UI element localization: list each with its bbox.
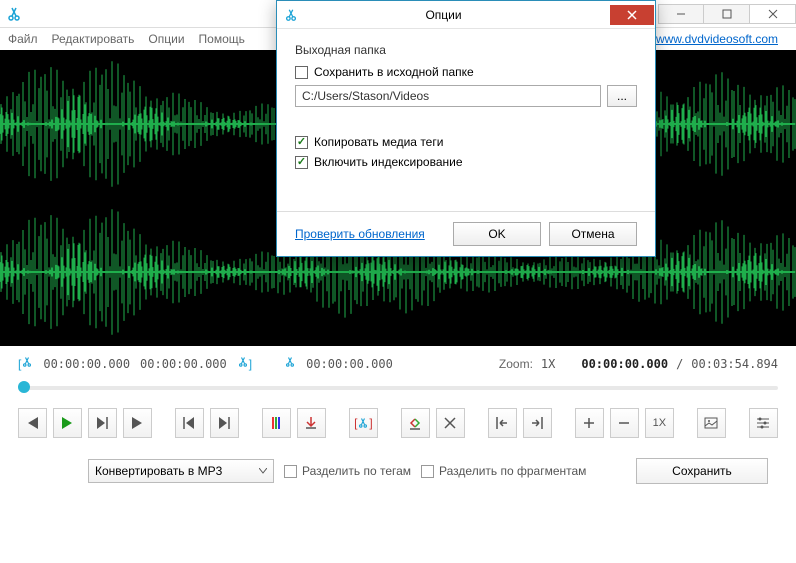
- save-in-source-label: Сохранить в исходной папке: [314, 65, 474, 79]
- time-separator: /: [676, 357, 683, 371]
- split-by-tags-label: Разделить по тегам: [302, 464, 411, 478]
- settings-sliders-button[interactable]: [749, 408, 778, 438]
- format-combo[interactable]: Конвертировать в MP3: [88, 459, 274, 483]
- minimize-button[interactable]: [658, 4, 704, 24]
- total-duration: 00:03:54.894: [691, 357, 778, 371]
- go-end-button[interactable]: [523, 408, 552, 438]
- next-marker-button[interactable]: [210, 408, 239, 438]
- menu-help[interactable]: Помощь: [199, 32, 245, 46]
- format-combo-label: Конвертировать в MP3: [95, 464, 222, 478]
- check-updates-link[interactable]: Проверить обновления: [295, 227, 425, 241]
- go-start-button[interactable]: [488, 408, 517, 438]
- zoom-value: 1X: [541, 357, 555, 371]
- cut-selection-button[interactable]: []: [349, 408, 378, 438]
- chevron-down-icon: [259, 468, 267, 474]
- play-button[interactable]: [53, 408, 82, 438]
- copy-media-tags-label: Копировать медиа теги: [314, 135, 443, 149]
- split-by-fragments-checkbox[interactable]: Разделить по фрагментам: [421, 464, 586, 478]
- position-slider-thumb[interactable]: [18, 381, 30, 393]
- close-button[interactable]: [750, 4, 796, 24]
- zoom-label: Zoom:: [499, 357, 533, 371]
- play-selection-button[interactable]: [88, 408, 117, 438]
- cursor-icon: [284, 356, 296, 371]
- delete-button[interactable]: [436, 408, 465, 438]
- download-marker-button[interactable]: [297, 408, 326, 438]
- menu-edit[interactable]: Редактировать: [52, 32, 135, 46]
- output-folder-label: Выходная папка: [295, 43, 637, 57]
- cover-art-button[interactable]: [697, 408, 726, 438]
- menu-options[interactable]: Опции: [148, 32, 184, 46]
- cancel-button[interactable]: Отмена: [549, 222, 637, 246]
- prev-marker-button[interactable]: [175, 408, 204, 438]
- cursor-time: 00:00:00.000: [306, 357, 393, 371]
- position-slider[interactable]: [18, 380, 778, 394]
- copy-media-tags-checkbox[interactable]: [295, 136, 308, 149]
- dialog-titlebar: Опции: [277, 1, 655, 29]
- current-position: 00:00:00.000: [581, 357, 668, 371]
- maximize-button[interactable]: [704, 4, 750, 24]
- set-marker-button[interactable]: [262, 408, 291, 438]
- split-by-tags-checkbox[interactable]: Разделить по тегам: [284, 464, 411, 478]
- time-bar: [ 00:00:00.000 00:00:00.000 ] 00:00:00.0…: [0, 346, 796, 376]
- menu-file[interactable]: Файл: [8, 32, 38, 46]
- split-by-fragments-label: Разделить по фрагментам: [439, 464, 586, 478]
- ok-button[interactable]: OK: [453, 222, 541, 246]
- bottom-bar: Конвертировать в MP3 Разделить по тегам …: [0, 448, 796, 496]
- dialog-close-button[interactable]: [610, 5, 654, 25]
- save-button[interactable]: Сохранить: [636, 458, 768, 484]
- options-dialog: Опции Выходная папка Сохранить в исходно…: [276, 0, 656, 257]
- selection-start-icon: [: [18, 356, 33, 371]
- output-path-input[interactable]: [295, 85, 601, 107]
- enable-indexing-label: Включить индексирование: [314, 155, 463, 169]
- website-link[interactable]: www.dvdvideosoft.com: [656, 32, 778, 46]
- trim-left-button[interactable]: [401, 408, 430, 438]
- dialog-title: Опции: [305, 8, 610, 22]
- zoom-in-button[interactable]: [575, 408, 604, 438]
- playback-toolbar: [] 1X: [0, 400, 796, 448]
- save-in-source-checkbox[interactable]: [295, 66, 308, 79]
- skip-next-button[interactable]: [123, 408, 152, 438]
- position-slider-row: [0, 376, 796, 400]
- zoom-out-button[interactable]: [610, 408, 639, 438]
- dialog-scissors-icon: [277, 8, 305, 22]
- zoom-reset-button[interactable]: 1X: [645, 408, 674, 438]
- selection-end-time: 00:00:00.000: [140, 357, 227, 371]
- browse-button[interactable]: ...: [607, 85, 637, 107]
- selection-end-icon: ]: [237, 356, 252, 371]
- skip-prev-button[interactable]: [18, 408, 47, 438]
- app-scissors-icon: [0, 6, 28, 22]
- enable-indexing-checkbox[interactable]: [295, 156, 308, 169]
- selection-start-time: 00:00:00.000: [43, 357, 130, 371]
